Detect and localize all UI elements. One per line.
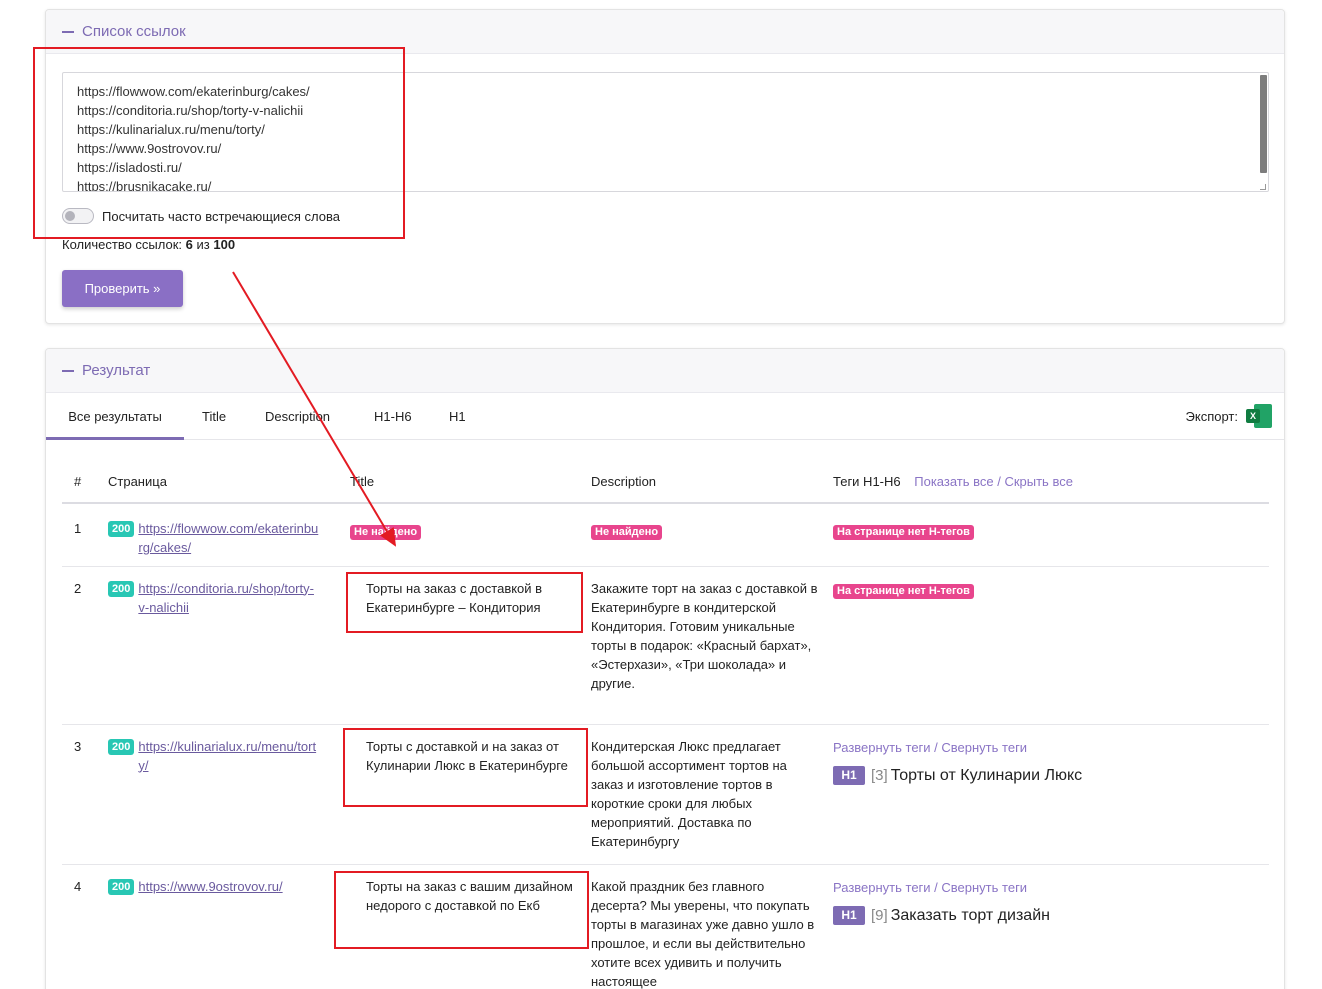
h-tag-text: Заказать торт дизайн	[890, 906, 1050, 924]
links-count-value: 6	[185, 237, 193, 252]
col-tags-header: Теги H1-H6 Показать все / Скрыть все	[833, 459, 1269, 504]
title-cell: Торты на заказ с доставкой в Екатеринбур…	[350, 566, 591, 725]
table-row: 3 200 https://kulinarialux.ru/menu/torty…	[62, 724, 1269, 865]
col-page-header: Страница	[108, 459, 350, 504]
table-header-row: # Страница Title Description Теги H1-H6 …	[62, 459, 1269, 504]
links-count-prefix: Количество ссылок:	[62, 237, 183, 252]
tab-all-results[interactable]: Все результаты	[46, 393, 184, 440]
page-cell: 200 https://www.9ostrovov.ru/	[108, 864, 350, 989]
no-h-tags-badge: На странице нет Н-тегов	[833, 583, 974, 599]
expand-collapse-tags-link[interactable]: Развернуть теги / Свернуть теги	[833, 738, 1269, 757]
description-cell: Не найдено	[591, 503, 833, 567]
collapse-icon[interactable]	[62, 30, 74, 33]
status-badge: 200	[108, 738, 135, 755]
no-h-tags-badge: На странице нет Н-тегов	[833, 525, 974, 540]
results-table: # Страница Title Description Теги H1-H6 …	[62, 459, 1269, 989]
status-badge: 200	[108, 580, 135, 597]
row-num: 3	[62, 724, 108, 865]
result-tabs: Все результаты Title Description H1-H6 H…	[46, 393, 1284, 440]
toggle-knob	[65, 211, 75, 221]
word-count-toggle-label: Посчитать часто встречающиеся слова	[102, 208, 340, 224]
description-cell: Кондитерская Люкс предлагает большой асс…	[591, 724, 833, 865]
collapse-icon[interactable]	[62, 369, 74, 372]
tags-cell: На странице нет Н-тегов	[833, 566, 1269, 725]
page-link[interactable]: https://conditoria.ru/shop/torty-v-nalic…	[138, 579, 318, 617]
not-found-badge: Не найдено	[591, 525, 663, 540]
status-badge: 200	[108, 878, 135, 895]
url-line: https://www.9ostrovov.ru/	[77, 141, 222, 156]
links-count-of: из	[196, 237, 210, 252]
col-tags-label: Теги H1-H6	[833, 474, 901, 489]
title-cell: Торты с доставкой и на заказ от Кулинари…	[350, 724, 591, 865]
title-cell: Торты на заказ с вашим дизайном недорого…	[350, 864, 591, 989]
links-count: Количество ссылок: 6 из 100	[62, 237, 235, 252]
expand-collapse-tags-link[interactable]: Развернуть теги / Свернуть теги	[833, 878, 1269, 897]
col-num-header: #	[62, 459, 108, 504]
not-found-badge: Не найдено	[350, 525, 422, 540]
col-title-header: Title	[350, 459, 591, 504]
table-row: 4 200 https://www.9ostrovov.ru/ Торты на…	[62, 864, 1269, 989]
resize-handle-icon[interactable]	[1260, 184, 1266, 190]
tags-cell: На странице нет Н-тегов	[833, 503, 1269, 567]
result-card: Результат Все результаты Title Descripti…	[45, 348, 1285, 989]
row-num: 4	[62, 864, 108, 989]
url-line: https://brusnikacake.ru/	[77, 179, 212, 192]
url-line: https://isladosti.ru/	[77, 160, 182, 175]
page-cell: 200 https://kulinarialux.ru/menu/torty/	[108, 724, 350, 865]
tags-cell: Развернуть теги / Свернуть теги H1 [9] Зак…	[833, 864, 1269, 989]
word-count-toggle[interactable]	[62, 208, 94, 224]
links-card-title: Список ссылок	[82, 23, 186, 40]
page-link[interactable]: https://kulinarialux.ru/menu/torty/	[138, 737, 318, 775]
table-row: 1 200 https://flowwow.com/ekaterinburg/c…	[62, 503, 1269, 567]
h-tag-length: [9]	[871, 906, 888, 924]
url-line: https://conditoria.ru/shop/torty-v-nalic…	[77, 103, 304, 118]
h1-badge: H1	[833, 905, 865, 925]
row-num: 1	[62, 503, 108, 567]
h-tag-length: [3]	[871, 766, 888, 784]
description-cell: Какой праздник без главного десерта? Мы …	[591, 864, 833, 989]
page-cell: 200 https://flowwow.com/ekaterinburg/cak…	[108, 503, 350, 567]
result-card-header[interactable]: Результат	[46, 349, 1284, 393]
title-cell: Не найдено	[350, 503, 591, 567]
h-tag-row: H1 [3] Торты от Кулинарии Люкс	[833, 765, 1269, 785]
excel-icon[interactable]: X	[1246, 404, 1272, 428]
tab-title[interactable]: Title	[202, 393, 226, 440]
export: Экспорт: X	[1186, 404, 1272, 428]
status-badge: 200	[108, 521, 135, 537]
page-cell: 200 https://conditoria.ru/shop/torty-v-n…	[108, 566, 350, 725]
word-count-toggle-row: Посчитать часто встречающиеся слова	[62, 208, 340, 224]
tab-description[interactable]: Description	[265, 393, 330, 440]
textarea-scrollbar[interactable]	[1260, 75, 1267, 173]
page-link[interactable]: https://www.9ostrovov.ru/	[138, 877, 318, 896]
h1-badge: H1	[833, 765, 865, 785]
h-tag-text: Торты от Кулинарии Люкс	[890, 766, 1083, 784]
url-line: https://kulinarialux.ru/menu/torty/	[77, 122, 265, 137]
table-row: 2 200 https://conditoria.ru/shop/torty-v…	[62, 566, 1269, 725]
check-button[interactable]: Проверить »	[62, 270, 183, 307]
tab-h1[interactable]: H1	[449, 393, 466, 440]
urls-textarea[interactable]: https://flowwow.com/ekaterinburg/cakes/ …	[62, 72, 1269, 192]
description-cell: Закажите торт на заказ с доставкой в Ека…	[591, 566, 833, 725]
tags-cell: Развернуть теги / Свернуть теги H1 [3] Тор…	[833, 724, 1269, 865]
h-tag-row: H1 [9] Заказать торт дизайн	[833, 905, 1269, 925]
row-num: 2	[62, 566, 108, 725]
tab-h1-h6[interactable]: H1-H6	[374, 393, 412, 440]
links-card-header[interactable]: Список ссылок	[46, 10, 1284, 54]
col-description-header: Description	[591, 459, 833, 504]
links-count-max: 100	[213, 237, 236, 252]
links-card: Список ссылок https://flowwow.com/ekater…	[45, 9, 1285, 324]
export-label: Экспорт:	[1185, 408, 1238, 424]
show-hide-all-link[interactable]: Показать все / Скрыть все	[914, 474, 1073, 489]
excel-icon-front: X	[1246, 409, 1260, 423]
url-line: https://flowwow.com/ekaterinburg/cakes/	[77, 84, 310, 99]
page-link[interactable]: https://flowwow.com/ekaterinburg/cakes/	[138, 519, 318, 557]
result-card-title: Результат	[82, 362, 151, 379]
